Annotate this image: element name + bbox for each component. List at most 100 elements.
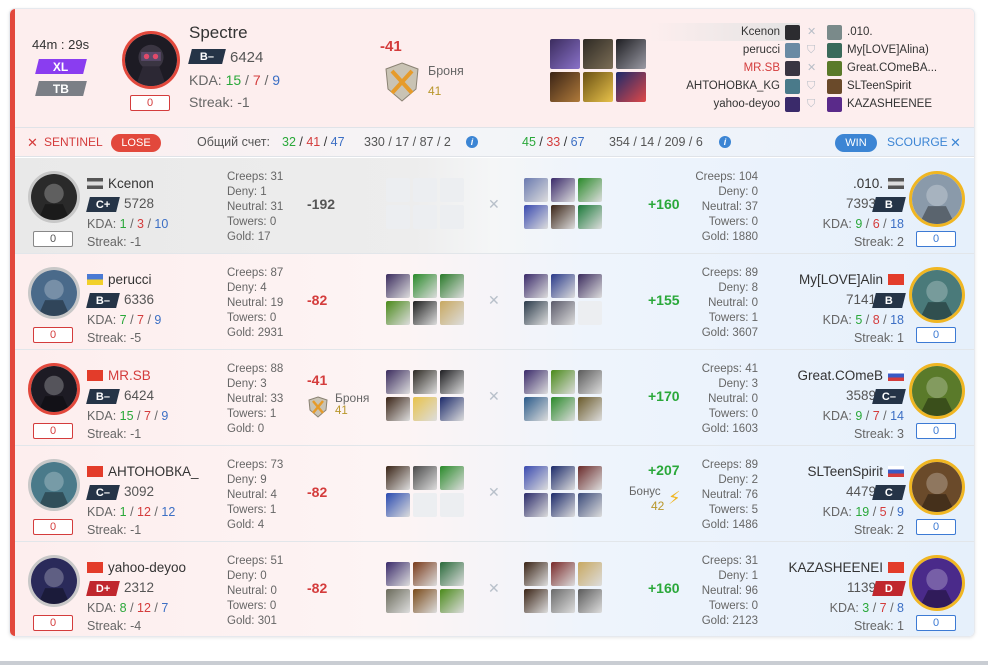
item-icon[interactable] [578, 178, 602, 202]
list-item[interactable]: yahoo-deyoo [650, 95, 800, 113]
item-icon[interactable] [550, 39, 580, 69]
item-icon[interactable] [578, 562, 602, 586]
opponent-name[interactable]: Great.COmeB [780, 368, 904, 383]
opponent-avatar[interactable] [909, 555, 965, 611]
list-item[interactable]: KAZASHEENEE [827, 95, 967, 113]
armor-label: Броня [335, 391, 370, 405]
player-avatar[interactable] [28, 363, 80, 415]
opponent-avatar[interactable] [909, 459, 965, 515]
player-name[interactable]: yahoo-deyoo [87, 560, 186, 575]
item-icon[interactable] [524, 301, 548, 325]
player-avatar[interactable] [28, 555, 80, 607]
item-icon[interactable] [386, 493, 410, 517]
item-icon[interactable] [551, 370, 575, 394]
item-icon[interactable] [550, 72, 580, 102]
scourge-info-icon[interactable]: i [719, 135, 731, 149]
item-icon[interactable] [386, 397, 410, 421]
item-icon[interactable] [440, 301, 464, 325]
player-name[interactable]: perucci [87, 272, 152, 287]
item-icon[interactable] [386, 466, 410, 490]
item-icon[interactable] [578, 589, 602, 613]
player-avatar[interactable] [28, 171, 80, 223]
item-icon[interactable] [551, 493, 575, 517]
streak-box: 0 [33, 519, 73, 535]
item-icon[interactable] [524, 589, 548, 613]
item-icon[interactable] [440, 370, 464, 394]
item-icon[interactable] [386, 274, 410, 298]
item-icon[interactable] [551, 466, 575, 490]
item-icon[interactable] [413, 274, 437, 298]
list-item[interactable]: Kcenon [650, 23, 800, 41]
armor-value: 41 [335, 405, 348, 417]
item-icon[interactable] [524, 178, 548, 202]
player-avatar[interactable] [28, 267, 80, 319]
item-icon[interactable] [551, 301, 575, 325]
opponent-name[interactable]: My[LOVE]Alin [780, 272, 904, 287]
item-icon[interactable] [386, 301, 410, 325]
item-icon[interactable] [386, 589, 410, 613]
player-matchup-row: 0 Kcenon C+ 5728 KDA: 1 / 3 / 10 Streak:… [10, 158, 974, 254]
item-icon[interactable] [578, 397, 602, 421]
opponent-name[interactable]: .010. [780, 176, 904, 191]
player-name[interactable]: MR.SB [87, 368, 151, 383]
item-icon[interactable] [551, 178, 575, 202]
item-icon[interactable] [616, 39, 646, 69]
score-bar: ✕ SENTINEL LOSE Общий счет: 32 / 41 / 47… [10, 127, 974, 157]
item-icon[interactable] [551, 562, 575, 586]
item-icon[interactable] [583, 72, 613, 102]
item-icon[interactable] [413, 370, 437, 394]
item-icon[interactable] [386, 562, 410, 586]
item-icon[interactable] [440, 397, 464, 421]
item-icon[interactable] [578, 274, 602, 298]
list-item[interactable]: Great.COmeBA... [827, 59, 967, 77]
list-item[interactable]: SLTeenSpirit [827, 77, 967, 95]
item-icon[interactable] [578, 493, 602, 517]
item-icon[interactable] [578, 466, 602, 490]
list-item[interactable]: .010. [827, 23, 967, 41]
item-icon[interactable] [413, 397, 437, 421]
flag-icon [888, 274, 904, 285]
list-item[interactable]: My[LOVE]Alina) [827, 41, 967, 59]
player-avatar[interactable] [28, 459, 80, 511]
item-icon[interactable] [524, 397, 548, 421]
item-icon[interactable] [413, 301, 437, 325]
item-icon[interactable] [616, 72, 646, 102]
item-icon[interactable] [413, 562, 437, 586]
item-icon[interactable] [524, 205, 548, 229]
item-icon[interactable] [524, 466, 548, 490]
item-icon[interactable] [551, 205, 575, 229]
opponent-avatar[interactable] [909, 171, 965, 227]
item-icon[interactable] [578, 205, 602, 229]
list-item[interactable]: АНТОНОВКА_KG [650, 77, 800, 95]
item-icon[interactable] [551, 589, 575, 613]
item-icon[interactable] [386, 370, 410, 394]
player-name[interactable]: АНТОНОВКА_ [87, 464, 199, 479]
item-icon[interactable] [440, 562, 464, 586]
item-icon[interactable] [524, 370, 548, 394]
bonus-label: Бонус [629, 486, 661, 498]
item-icon[interactable] [413, 466, 437, 490]
item-icon[interactable] [440, 466, 464, 490]
opponent-avatar[interactable] [909, 267, 965, 323]
opponent-kda: KDA: 3 / 7 / 8 [829, 601, 904, 615]
list-item[interactable]: MR.SB [650, 59, 800, 77]
opponent-avatar[interactable] [909, 363, 965, 419]
item-icon[interactable] [524, 493, 548, 517]
opponent-mmr: 7141 [845, 292, 876, 307]
player-name[interactable]: Kcenon [87, 176, 154, 191]
hero-avatar[interactable] [122, 31, 180, 89]
sentinel-info-icon[interactable]: i [466, 135, 478, 149]
list-item[interactable]: perucci [650, 41, 800, 59]
item-icon[interactable] [440, 274, 464, 298]
item-icon[interactable] [551, 274, 575, 298]
item-icon[interactable] [551, 397, 575, 421]
item-icon[interactable] [440, 589, 464, 613]
item-icon[interactable] [578, 370, 602, 394]
opponent-name[interactable]: KAZASHEENEI [780, 560, 904, 575]
item-icon[interactable] [413, 589, 437, 613]
item-icon[interactable] [524, 274, 548, 298]
opponent-name[interactable]: SLTeenSpirit [780, 464, 904, 479]
player-kda: KDA: 15 / 7 / 9 [87, 409, 169, 423]
item-icon[interactable] [583, 39, 613, 69]
item-icon[interactable] [524, 562, 548, 586]
